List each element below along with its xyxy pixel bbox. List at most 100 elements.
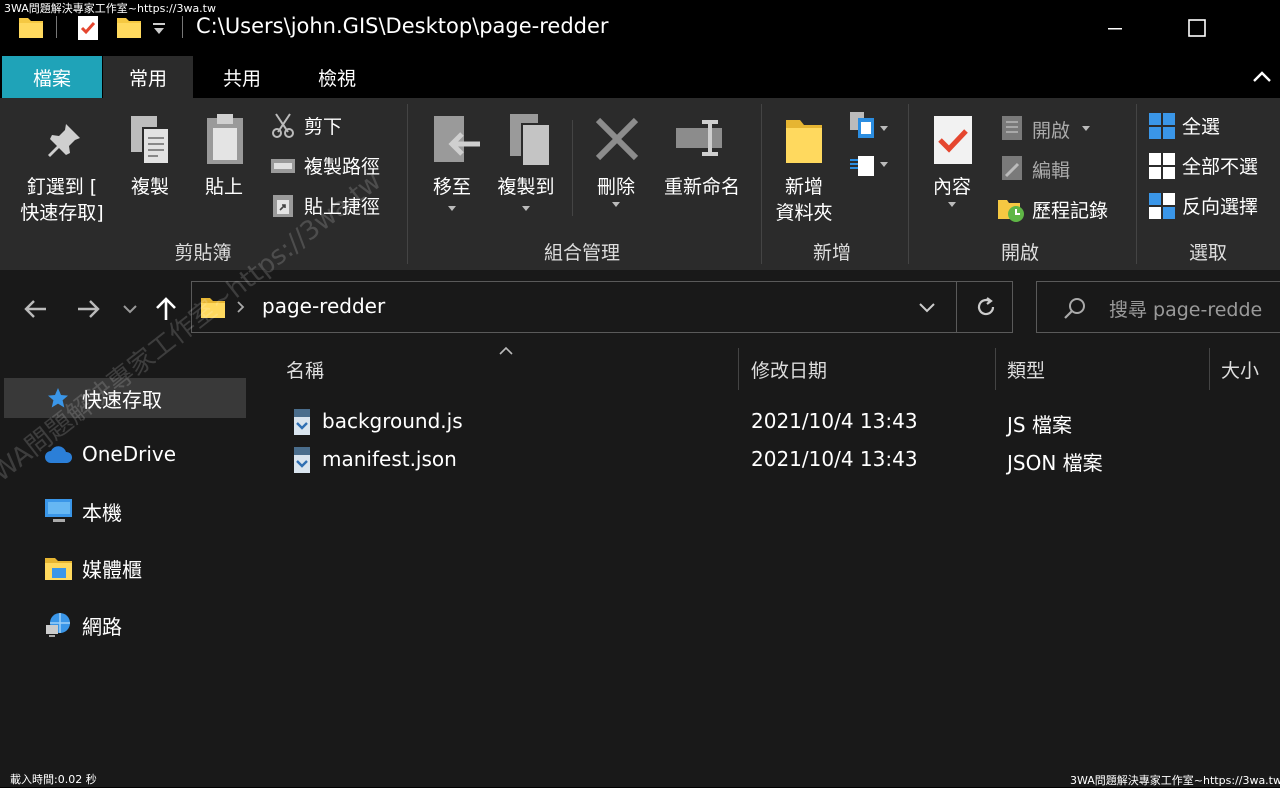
group-separator <box>761 104 762 264</box>
delete-label: 刪除 <box>596 176 635 198</box>
properties-dropdown-caret <box>948 202 956 207</box>
group-label-organize: 組合管理 <box>543 242 620 264</box>
properties-label: 內容 <box>932 176 971 198</box>
computer-icon <box>44 497 72 525</box>
open-dropdown-caret <box>1082 126 1090 131</box>
customize-toolbar-icon[interactable] <box>152 22 166 36</box>
new-folder-label-line1: 新增 <box>784 176 823 198</box>
nav-item-label: 網路 <box>82 614 122 639</box>
pin-icon <box>48 124 80 157</box>
new-folder-icon[interactable] <box>116 14 142 40</box>
library-folder-icon <box>44 554 72 582</box>
maximize-icon <box>1188 19 1206 37</box>
easy-access-dropdown-caret <box>880 162 888 167</box>
address-history-chevron-icon[interactable] <box>918 302 936 314</box>
open-label: 開啟 <box>1032 120 1071 142</box>
nav-item-network[interactable]: 網路 <box>4 605 246 645</box>
folder-icon[interactable] <box>18 14 44 40</box>
edit-icon <box>1002 156 1022 180</box>
copy-path-icon <box>271 159 295 173</box>
easy-access-icon <box>850 156 874 176</box>
properties-icon[interactable] <box>76 14 102 42</box>
new-item-icon <box>850 112 874 138</box>
new-item-dropdown-caret <box>880 126 888 131</box>
status-load-time: 載入時間:0.02 秒 <box>10 773 97 786</box>
column-separator[interactable] <box>738 348 739 390</box>
group-label-open: 開啟 <box>1000 242 1039 264</box>
group-label-new: 新增 <box>812 242 851 264</box>
rename-label: 重新命名 <box>663 176 740 198</box>
collapse-ribbon-icon[interactable] <box>1252 70 1272 84</box>
nav-item-label: 本機 <box>82 500 122 525</box>
file-list-pane: 名稱 修改日期 類型 大小 background.js 2021/10/4 13… <box>250 346 1280 787</box>
history-icon <box>998 200 1024 222</box>
breadcrumb-current-folder[interactable]: page-redder <box>262 294 385 318</box>
tab-file[interactable]: 檔案 <box>2 56 102 98</box>
properties-icon <box>934 116 972 164</box>
tab-view[interactable]: 檢視 <box>290 56 384 98</box>
title-bar: 3WA問題解決專家工作室~https://3wa.tw C:\Users\joh… <box>0 0 1280 56</box>
column-separator[interactable] <box>995 348 996 390</box>
paste-shortcut-icon <box>273 195 293 217</box>
refresh-icon[interactable] <box>974 295 998 319</box>
select-none-icon <box>1149 153 1175 179</box>
column-header-date[interactable]: 修改日期 <box>751 356 827 383</box>
file-date: 2021/10/4 13:43 <box>751 409 918 433</box>
nav-item-libraries[interactable]: 媒體櫃 <box>4 548 246 588</box>
cut-label: 剪下 <box>304 116 343 138</box>
new-folder-label-line2: 資料夾 <box>775 202 833 224</box>
sort-ascending-icon <box>499 346 513 355</box>
copy-label: 複製 <box>130 176 169 198</box>
search-icon <box>1064 298 1085 319</box>
js-file-icon <box>294 409 310 435</box>
column-separator[interactable] <box>1209 348 1210 390</box>
separator <box>956 282 957 332</box>
move-to-label: 移至 <box>432 176 471 198</box>
separator <box>182 16 183 38</box>
column-header-type[interactable]: 類型 <box>1007 356 1045 383</box>
nav-item-label: OneDrive <box>82 442 177 466</box>
column-header-size[interactable]: 大小 <box>1221 356 1259 383</box>
tab-share[interactable]: 共用 <box>197 56 287 98</box>
invert-selection-icon <box>1149 193 1175 219</box>
history-label: 歷程記錄 <box>1032 200 1109 222</box>
address-bar[interactable]: page-redder <box>191 281 1013 333</box>
delete-dropdown-caret <box>612 202 620 207</box>
pin-label-line2: 快速存取] <box>20 202 104 224</box>
tab-home[interactable]: 常用 <box>103 56 193 98</box>
copy-to-label: 複製到 <box>497 176 555 198</box>
invert-selection-label: 反向選擇 <box>1182 196 1259 218</box>
minimize-icon <box>1108 28 1122 30</box>
forward-arrow-icon[interactable] <box>76 298 102 320</box>
navigation-pane: 快速存取 OneDrive 本機 媒體櫃 網路 載入時間:0.02 秒 <box>0 348 250 787</box>
select-all-icon <box>1149 113 1175 139</box>
minimize-button[interactable] <box>1092 10 1138 46</box>
select-none-label: 全部不選 <box>1182 156 1259 178</box>
back-arrow-icon[interactable] <box>22 298 48 320</box>
search-box[interactable]: 搜尋 page-redde <box>1036 281 1280 333</box>
file-row[interactable]: manifest.json 2021/10/4 13:43 JSON 檔案 <box>250 441 1280 479</box>
column-header-name[interactable]: 名稱 <box>286 356 324 383</box>
copy-to-dropdown-caret <box>522 206 530 211</box>
open-icon <box>1002 116 1022 140</box>
separator <box>572 120 573 216</box>
search-placeholder: 搜尋 page-redde <box>1109 299 1263 321</box>
recent-locations-chevron-icon[interactable] <box>122 304 138 314</box>
group-separator <box>908 104 909 264</box>
pin-label-line1: 釘選到 [ <box>26 176 98 198</box>
json-file-icon <box>294 447 310 473</box>
separator <box>56 16 57 38</box>
copy-to-icon <box>510 114 551 167</box>
ribbon: 釘選到 [ 快速存取] 複製 貼上 剪下 複製路徑 貼上捷徑 剪貼簿 移至 複製… <box>0 98 1280 270</box>
file-name: manifest.json <box>322 447 457 471</box>
paste-icon <box>207 114 243 164</box>
delete-icon <box>595 117 639 161</box>
network-icon <box>44 611 72 639</box>
file-row[interactable]: background.js 2021/10/4 13:43 JS 檔案 <box>250 403 1280 441</box>
nav-item-this-pc[interactable]: 本機 <box>4 491 246 531</box>
scissors-icon <box>272 113 294 138</box>
maximize-button[interactable] <box>1174 10 1220 46</box>
new-folder-icon <box>786 120 822 163</box>
watermark-bottom: 3WA問題解決專家工作室~https://3wa.tw <box>1070 774 1280 787</box>
rename-icon <box>676 120 722 156</box>
